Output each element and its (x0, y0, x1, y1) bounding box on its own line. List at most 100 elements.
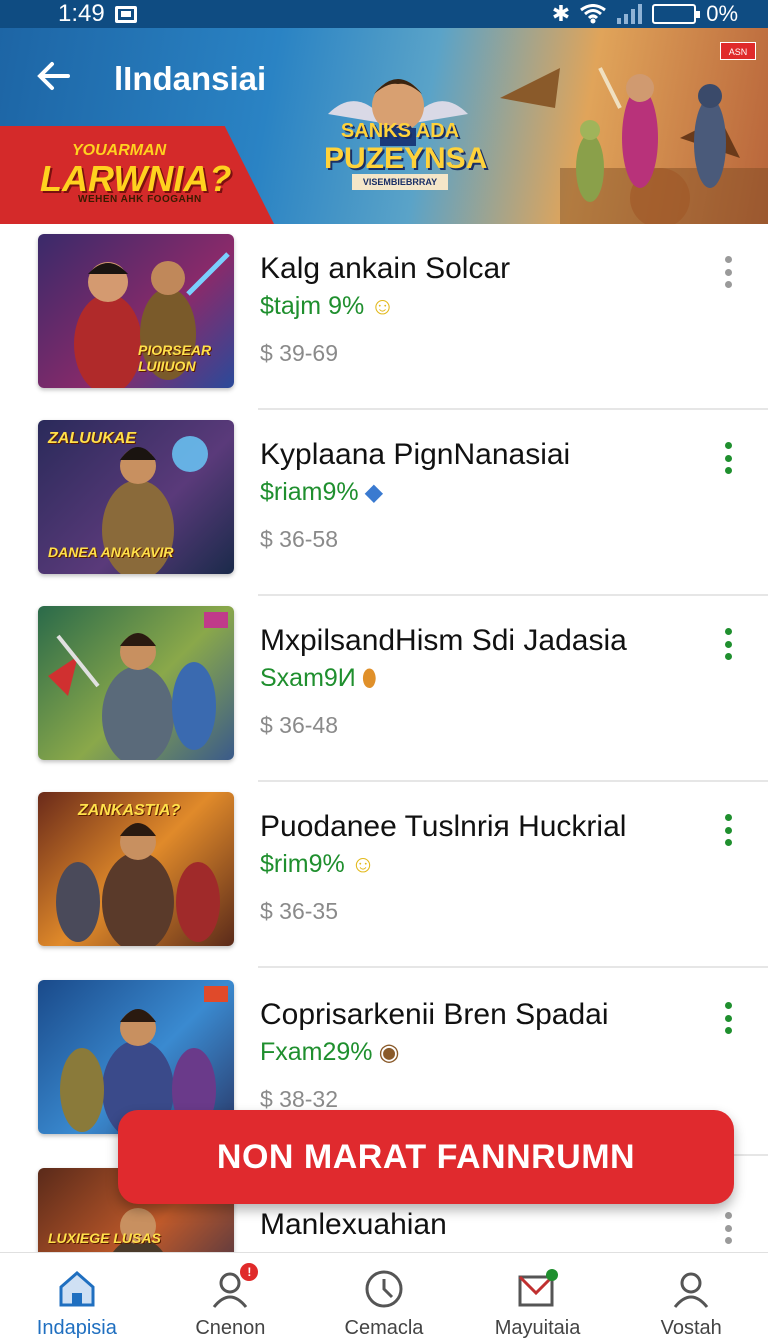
bluetooth-icon: ✱ (551, 1, 571, 26)
home-icon (59, 1271, 95, 1307)
dot-icon (724, 826, 732, 834)
map-icon (518, 1269, 558, 1307)
more-options-button[interactable] (716, 624, 740, 664)
status-time: 1:49 (58, 0, 105, 27)
smiley-icon: ☺ (350, 850, 376, 878)
more-options-button[interactable] (716, 998, 740, 1038)
status-left: 1:49 (58, 0, 137, 28)
list-item[interactable]: PIORSEAR LUIIUON Kalg ankain Solcar $taj… (0, 224, 768, 410)
item-thumbnail (38, 606, 234, 760)
more-options-button[interactable] (716, 438, 740, 478)
item-title: Manlexuahian (260, 1208, 447, 1241)
item-rate: Fxam29% ◉ (260, 1038, 400, 1067)
item-title: MxpilsandHism Sdi Jadasia (260, 624, 627, 657)
list-item[interactable]: ZANKASTIA? Puodanee Tuslnriя Huckrial $r… (0, 782, 768, 968)
promo-subtitle: WEHEN AHK FOOGAHN (78, 194, 202, 205)
item-title: Kyplaana PignNanasiai (260, 438, 571, 471)
logo-line-2: PUZEYNSA (324, 142, 488, 175)
thumbnail-caption: DANEA ANAKAVIR (48, 544, 174, 560)
rate-text: Sxam9И (260, 664, 356, 692)
thumbnail-badge (204, 612, 228, 628)
dot-icon (724, 653, 732, 660)
divider (258, 966, 768, 968)
nav-label: Cnenon (195, 1317, 266, 1339)
nav-label: Mayuitaia (494, 1317, 581, 1339)
item-rate: $rim9% ☺ (260, 850, 375, 879)
mail-notification-icon (114, 5, 137, 23)
hero-art (48, 633, 216, 760)
nav-item-clock[interactable]: Cemacla (307, 1253, 461, 1344)
gem-icon: ◆ (364, 479, 384, 506)
thumbnail-title: ZALUUKAE (48, 430, 136, 447)
dot-icon (724, 467, 732, 474)
smiley-icon: ☺ (370, 292, 395, 320)
list-item[interactable]: ZALUUKAE DANEA ANAKAVIR Kyplaana PignNan… (0, 410, 768, 596)
item-price: $ 39-69 (260, 340, 339, 366)
item-thumbnail: ZALUUKAE DANEA ANAKAVIR (38, 420, 234, 574)
status-right: ✱ 0% (552, 1, 738, 27)
item-price: $ 36-58 (260, 526, 339, 552)
item-price: $ 36-48 (260, 712, 339, 738)
logo-tagline: VISEMBIEBRRAY (352, 174, 448, 190)
battery-percent: 0% (706, 1, 738, 26)
notification-badge: ! (240, 1263, 259, 1281)
dot-icon (724, 814, 732, 821)
dot-icon (724, 256, 732, 263)
dot-icon (724, 281, 732, 288)
dot-icon (724, 1224, 732, 1232)
thumbnail-caption: PIORSEAR LUIIUON (138, 342, 212, 374)
nav-item-user[interactable]: Vostah (614, 1253, 768, 1344)
item-thumbnail: PIORSEAR LUIIUON (38, 234, 234, 388)
dot-icon (724, 1002, 732, 1009)
dot-icon (724, 628, 732, 635)
dot-icon (724, 442, 732, 449)
item-title: Kalg ankain Solcar (260, 252, 511, 285)
item-rate: $riam9% ◆ (260, 478, 383, 507)
thumbnail-title: ZANKASTIA? (78, 802, 181, 819)
dot-icon (724, 1212, 732, 1219)
rate-text: Fxam29% (260, 1038, 373, 1066)
coins-icon: ◉ (378, 1039, 400, 1066)
nav-item-profile[interactable]: ! Cnenon (154, 1253, 308, 1344)
item-price: $ 36-35 (260, 898, 339, 924)
scroll-icon: ⬮ (361, 664, 377, 692)
item-title: Coprisarkenii Bren Spadai (260, 998, 609, 1031)
page-title: lIndansiai (114, 60, 267, 97)
dot-icon (724, 454, 732, 462)
nav-label: Vostah (660, 1317, 722, 1339)
wifi-icon (580, 4, 607, 24)
nav-item-home[interactable]: Indapisia (0, 1253, 154, 1344)
nav-label: Indapisia (36, 1317, 117, 1339)
item-price: $ 38-32 (260, 1086, 339, 1112)
item-thumbnail: ZANKASTIA? (38, 792, 234, 946)
header-banner: lIndansiai SANKS ADA PUZEYNSA VISEMBIEBR… (0, 28, 768, 224)
rate-text: $tajm 9% (260, 292, 365, 320)
back-button[interactable] (36, 58, 76, 98)
bottom-navigation: Indapisia ! Cnenon Cemacla Mayuitaia Vos… (0, 1252, 768, 1344)
logo-line-1: SANKS ADA (340, 120, 460, 142)
item-rate: $tajm 9% ☺ (260, 292, 395, 321)
clock-icon (365, 1270, 403, 1308)
profile-icon: ! (208, 1263, 259, 1311)
battery-icon (652, 4, 701, 24)
nav-label: Cemacla (344, 1317, 424, 1339)
more-options-button[interactable] (716, 252, 740, 292)
list-item[interactable]: MxpilsandHism Sdi Jadasia Sxam9И ⬮ $ 36-… (0, 596, 768, 782)
game-list: PIORSEAR LUIIUON Kalg ankain Solcar $taj… (0, 224, 768, 1252)
status-bar: 1:49 ✱ 0% (0, 0, 768, 28)
more-options-button[interactable] (716, 810, 740, 850)
dot-icon (724, 1237, 732, 1244)
user-icon (674, 1272, 709, 1308)
primary-cta-button[interactable]: NON MARAT FANNRUMN (118, 1110, 734, 1204)
dot-icon (724, 268, 732, 276)
nav-item-map[interactable]: Mayuitaia (461, 1253, 615, 1344)
dot-icon (724, 1027, 732, 1034)
signal-icon (617, 4, 643, 24)
item-title: Puodanee Tuslnriя Huckrial (260, 810, 627, 843)
rate-text: $rim9% (260, 850, 345, 878)
dot-icon (724, 640, 732, 648)
dot-icon (724, 1014, 732, 1022)
more-options-button[interactable] (716, 1208, 740, 1248)
item-rate: Sxam9И ⬮ (260, 664, 377, 693)
thumbnail-caption: LUXIEGE LUSAS (48, 1230, 161, 1246)
